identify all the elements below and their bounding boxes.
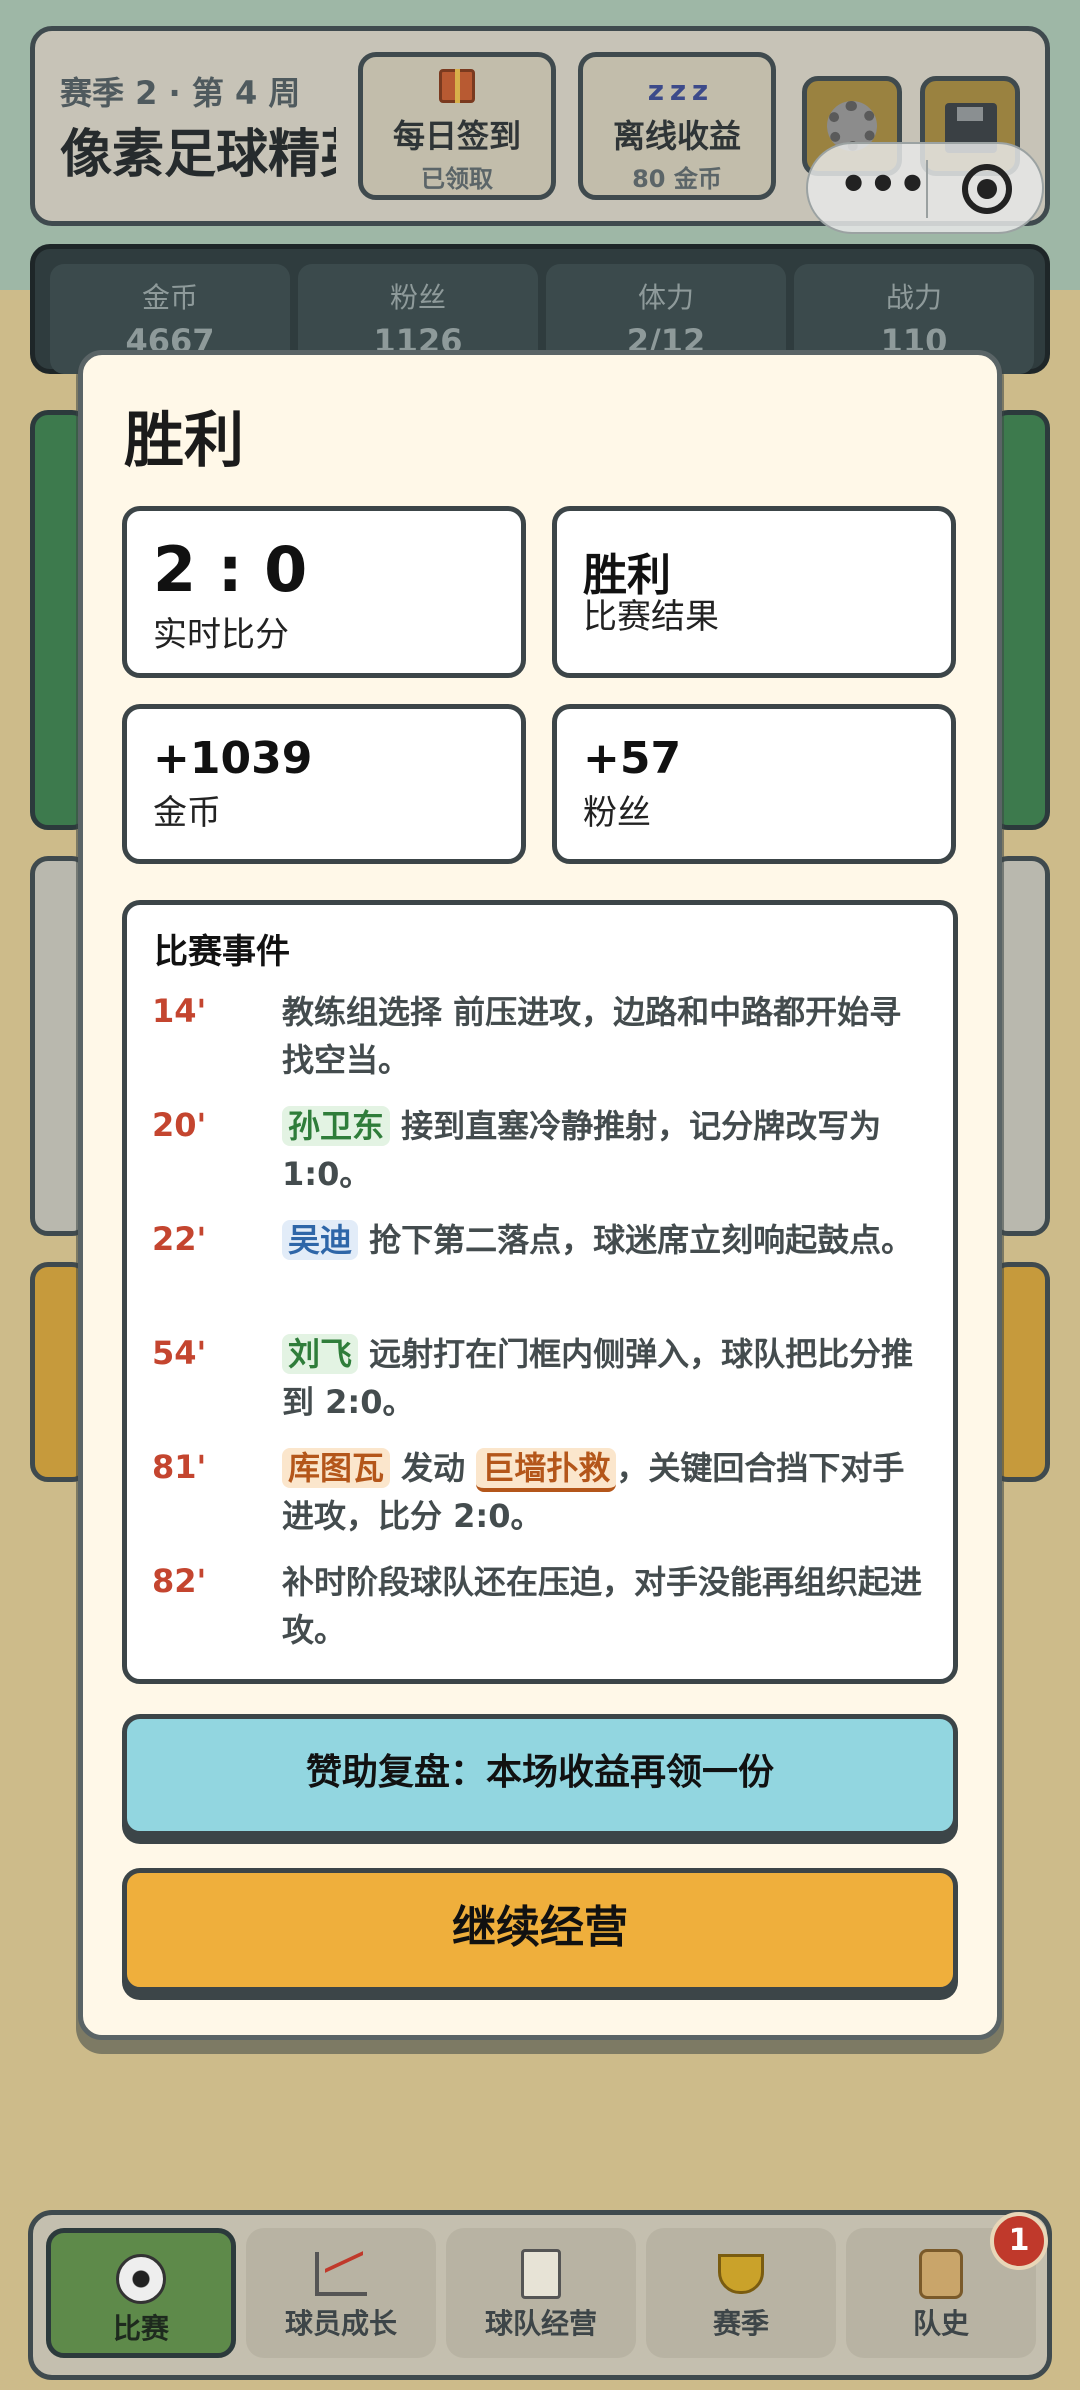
event-text: 孙卫东 接到直塞冷静推射，记分牌改写为 1:0。 — [282, 1102, 922, 1198]
fans-label: 粉丝 — [583, 793, 651, 833]
event-minute: 82' — [152, 1562, 207, 1600]
event-row: 81' 库图瓦 发动 巨墙扑救 ，关键回合挡下对手进攻，比分 2:0。 — [152, 1444, 932, 1544]
player-tag[interactable]: 刘飞 — [282, 1334, 359, 1374]
daily-checkin-button[interactable]: 每日签到 已领取 — [358, 52, 556, 200]
player-tag[interactable]: 孙卫东 — [282, 1106, 391, 1146]
fans-value: +57 — [583, 733, 682, 784]
daily-checkin-status: 已领取 — [421, 165, 493, 193]
event-minute: 20' — [152, 1106, 207, 1144]
score-value: 2 : 0 — [153, 533, 308, 606]
nav-tab-match[interactable]: 比赛 — [46, 2228, 236, 2358]
event-row: 82' 补时阶段球队还在压迫，对手没能再组织起进攻。 — [152, 1558, 932, 1658]
event-minute: 81' — [152, 1448, 207, 1486]
daily-checkin-label: 每日签到 — [392, 117, 521, 155]
sponsor-replay-button[interactable]: 赞助复盘：本场收益再领一份 — [122, 1714, 958, 1836]
event-text: 补时阶段球队还在压迫，对手没能再组织起进攻。 — [282, 1558, 922, 1654]
nav-label: 比赛 — [112, 2312, 169, 2345]
miniprogram-capsule: ••• — [806, 142, 1044, 234]
score-label: 实时比分 — [153, 615, 289, 655]
stat-label: 战力 — [885, 281, 942, 314]
season-week: 赛季 2 · 第 4 周 — [60, 74, 301, 112]
result-card: 胜利 比赛结果 — [552, 506, 956, 678]
nav-label: 球员成长 — [284, 2307, 397, 2340]
event-text: 库图瓦 发动 巨墙扑救 ，关键回合挡下对手进攻，比分 2:0。 — [282, 1444, 922, 1540]
close-miniprogram-icon[interactable] — [962, 164, 1012, 214]
event-desc: 教练组选择 前压进攻，边路和中路都开始寻找空当。 — [282, 993, 902, 1079]
player-tag[interactable]: 吴迪 — [282, 1220, 359, 1260]
skill-tag[interactable]: 巨墙扑救 — [476, 1448, 617, 1492]
event-row: 20' 孙卫东 接到直塞冷静推射，记分牌改写为 1:0。 — [152, 1102, 932, 1202]
nav-tab-player-growth[interactable]: 球员成长 — [246, 2228, 436, 2358]
event-row: 22' 吴迪 抢下第二落点，球迷席立刻响起鼓点。 — [152, 1216, 932, 1316]
game-title: 像素足球精英 — [60, 125, 336, 185]
event-desc: 抢下第二落点，球迷席立刻响起鼓点。 — [358, 1221, 914, 1259]
gift-icon — [363, 69, 551, 109]
nav-label: 赛季 — [712, 2307, 769, 2340]
trophy-icon — [646, 2242, 836, 2302]
nav-tab-season[interactable]: 赛季 — [646, 2228, 836, 2358]
nav-label: 球队经营 — [484, 2307, 597, 2340]
event-desc: 远射打在门框内侧弹入，球队把比分推到 2:0。 — [282, 1335, 914, 1421]
offline-income-button[interactable]: z z z 离线收益 80 金币 — [578, 52, 776, 200]
fans-card: +57 粉丝 — [552, 704, 956, 864]
nav-label: 队史 — [912, 2307, 969, 2340]
events-title: 比赛事件 — [154, 932, 290, 972]
event-minute: 22' — [152, 1220, 207, 1258]
event-minute: 54' — [152, 1334, 207, 1372]
continue-button[interactable]: 继续经营 — [122, 1868, 958, 1992]
stat-label: 金币 — [141, 281, 198, 314]
event-row: 54' 刘飞 远射打在门框内侧弹入，球队把比分推到 2:0。 — [152, 1330, 932, 1430]
result-label: 比赛结果 — [583, 597, 719, 637]
stat-label: 体力 — [637, 281, 694, 314]
offline-income-amount: 80 金币 — [632, 165, 722, 193]
event-text: 刘飞 远射打在门框内侧弹入，球队把比分推到 2:0。 — [282, 1330, 922, 1426]
score-card: 2 : 0 实时比分 — [122, 506, 526, 678]
stat-label: 粉丝 — [389, 281, 446, 314]
soccer-ball-icon — [51, 2247, 231, 2307]
coins-label: 金币 — [153, 793, 221, 833]
offline-income-label: 离线收益 — [612, 117, 741, 155]
more-menu-icon[interactable]: ••• — [838, 161, 928, 214]
event-row: 14' 教练组选择 前压进攻，边路和中路都开始寻找空当。 — [152, 988, 932, 1088]
coins-value: +1039 — [153, 733, 313, 784]
notification-badge: 1 — [990, 2212, 1048, 2270]
coins-card: +1039 金币 — [122, 704, 526, 864]
chart-icon — [246, 2242, 436, 2302]
capsule-divider — [926, 160, 928, 218]
clipboard-icon — [446, 2242, 636, 2302]
modal-title: 胜利 — [124, 406, 244, 476]
event-mid: 发动 — [390, 1449, 477, 1487]
event-text: 教练组选择 前压进攻，边路和中路都开始寻找空当。 — [282, 988, 922, 1084]
sleep-icon: z z z — [647, 74, 708, 107]
player-tag[interactable]: 库图瓦 — [282, 1448, 391, 1488]
event-minute: 14' — [152, 992, 207, 1030]
nav-tab-team-management[interactable]: 球队经营 — [446, 2228, 636, 2358]
event-text: 吴迪 抢下第二落点，球迷席立刻响起鼓点。 — [282, 1216, 922, 1264]
event-desc: 补时阶段球队还在压迫，对手没能再组织起进攻。 — [282, 1563, 923, 1649]
